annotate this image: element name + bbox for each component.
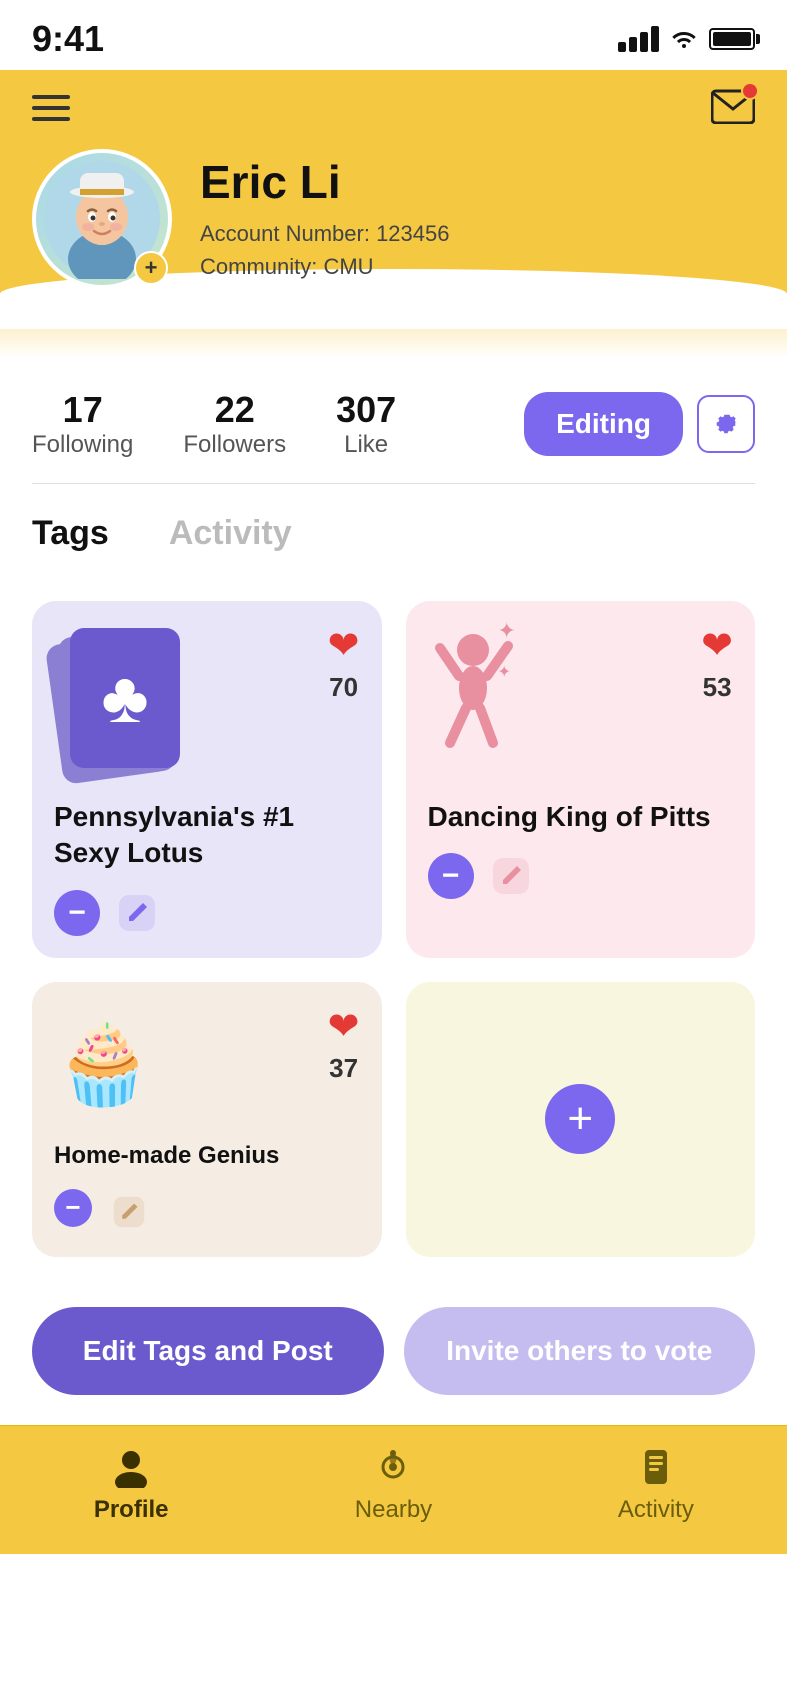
tag-card-1: ♣ ❤ 70 Pennsylvania's #1 Sexy Lotus − bbox=[32, 601, 382, 958]
card-3-like-count: 37 bbox=[329, 1053, 358, 1084]
wifi-icon bbox=[669, 24, 699, 55]
activity-nav-icon bbox=[635, 1446, 677, 1488]
editing-button[interactable]: Editing bbox=[524, 392, 683, 456]
header: + Eric Li Account Number: 123456 Communi… bbox=[0, 70, 787, 359]
following-count: 17 bbox=[32, 389, 133, 431]
card-2-title: Dancing King of Pitts bbox=[428, 799, 734, 835]
likes-label: Like bbox=[344, 431, 388, 458]
card-2-illustration: ✦ ✦ ❤ 53 bbox=[428, 623, 734, 783]
tag-card-2: ✦ ✦ ❤ 53 Dancing King of Pitts − bbox=[406, 601, 756, 958]
add-tag-card[interactable]: + bbox=[406, 982, 756, 1257]
mail-badge bbox=[741, 82, 759, 100]
bottom-buttons: Edit Tags and Post Invite others to vote bbox=[0, 1287, 787, 1425]
edit-icon bbox=[112, 1195, 146, 1229]
nav-activity[interactable]: Activity bbox=[525, 1446, 787, 1524]
card-1-edit-button[interactable] bbox=[114, 890, 160, 936]
bottom-nav: Profile Nearby Activity bbox=[0, 1425, 787, 1554]
followers-label: Followers bbox=[183, 431, 286, 458]
nav-activity-label: Activity bbox=[618, 1496, 694, 1524]
card-3-edit-button[interactable] bbox=[106, 1189, 152, 1235]
settings-button[interactable] bbox=[697, 395, 755, 453]
invite-button[interactable]: Invite others to vote bbox=[404, 1307, 756, 1395]
battery-icon bbox=[709, 28, 755, 50]
card-2-likes: ❤ 53 bbox=[701, 623, 733, 703]
tabs: Tags Activity bbox=[0, 484, 787, 571]
tab-tags[interactable]: Tags bbox=[32, 514, 109, 561]
edit-icon bbox=[491, 856, 531, 896]
add-tag-button[interactable]: + bbox=[545, 1084, 615, 1154]
card-1-like-count: 70 bbox=[329, 672, 358, 703]
nav-nearby-label: Nearby bbox=[355, 1496, 432, 1524]
card-3-remove-button[interactable]: − bbox=[54, 1189, 92, 1227]
profile-name: Eric Li bbox=[200, 155, 450, 209]
card-2-edit-button[interactable] bbox=[488, 853, 534, 899]
likes-count: 307 bbox=[336, 389, 396, 431]
status-time: 9:41 bbox=[32, 18, 104, 60]
card-1-illustration: ♣ ❤ 70 bbox=[54, 623, 360, 783]
edit-icon bbox=[117, 893, 157, 933]
following-stat: 17 Following bbox=[32, 389, 133, 459]
card-3-title: Home-made Genius bbox=[54, 1140, 360, 1171]
signal-bars-icon bbox=[618, 26, 659, 52]
card-1-remove-button[interactable]: − bbox=[54, 890, 100, 936]
status-bar: 9:41 bbox=[0, 0, 787, 70]
card-1-actions: − bbox=[54, 890, 360, 936]
following-label: Following bbox=[32, 431, 133, 458]
profile-nav-icon bbox=[110, 1446, 152, 1488]
gear-icon bbox=[712, 410, 740, 438]
muffin-icon: 🧁 bbox=[54, 1024, 154, 1104]
heart-icon: ❤ bbox=[328, 623, 360, 668]
avatar-wrapper: + bbox=[32, 149, 172, 289]
nav-profile[interactable]: Profile bbox=[0, 1446, 262, 1524]
header-top bbox=[0, 70, 787, 149]
nearby-nav-icon bbox=[372, 1446, 414, 1488]
card-3-likes: ❤ 37 bbox=[328, 1004, 360, 1084]
profile-text: Eric Li Account Number: 123456 Community… bbox=[200, 155, 450, 283]
nav-profile-label: Profile bbox=[94, 1496, 169, 1524]
hamburger-icon[interactable] bbox=[32, 95, 70, 121]
cards-grid: ♣ ❤ 70 Pennsylvania's #1 Sexy Lotus − bbox=[0, 571, 787, 1287]
mail-button[interactable] bbox=[711, 86, 755, 129]
card-3-actions: − bbox=[54, 1189, 360, 1235]
profile-section: + Eric Li Account Number: 123456 Communi… bbox=[0, 149, 787, 329]
profile-info: + Eric Li Account Number: 123456 Communi… bbox=[32, 149, 755, 289]
tag-card-3: 🧁 ❤ 37 Home-made Genius − bbox=[32, 982, 382, 1257]
likes-stat: 307 Like bbox=[336, 389, 396, 459]
card-2-remove-button[interactable]: − bbox=[428, 853, 474, 899]
tab-activity[interactable]: Activity bbox=[169, 514, 292, 561]
heart-icon: ❤ bbox=[701, 623, 733, 668]
add-photo-button[interactable]: + bbox=[134, 251, 168, 285]
card-1-title: Pennsylvania's #1 Sexy Lotus bbox=[54, 799, 360, 872]
heart-icon: ❤ bbox=[328, 1004, 360, 1049]
card-3-illustration: 🧁 ❤ 37 bbox=[54, 1004, 360, 1124]
followers-stat: 22 Followers bbox=[183, 389, 286, 459]
card-2-like-count: 53 bbox=[703, 672, 732, 703]
card-2-actions: − bbox=[428, 853, 734, 899]
stats-actions: Editing bbox=[524, 392, 755, 456]
nav-nearby[interactable]: Nearby bbox=[262, 1446, 524, 1524]
card-1-likes: ❤ 70 bbox=[328, 623, 360, 703]
community: Community: CMU bbox=[200, 250, 450, 283]
phone-frame: 9:41 bbox=[0, 0, 787, 1690]
stats-row: 17 Following 22 Followers 307 Like Editi… bbox=[0, 359, 787, 483]
account-number: Account Number: 123456 bbox=[200, 217, 450, 250]
edit-tags-button[interactable]: Edit Tags and Post bbox=[32, 1307, 384, 1395]
followers-count: 22 bbox=[183, 389, 286, 431]
stacked-cards-icon: ♣ bbox=[54, 628, 194, 778]
status-icons bbox=[618, 24, 755, 55]
